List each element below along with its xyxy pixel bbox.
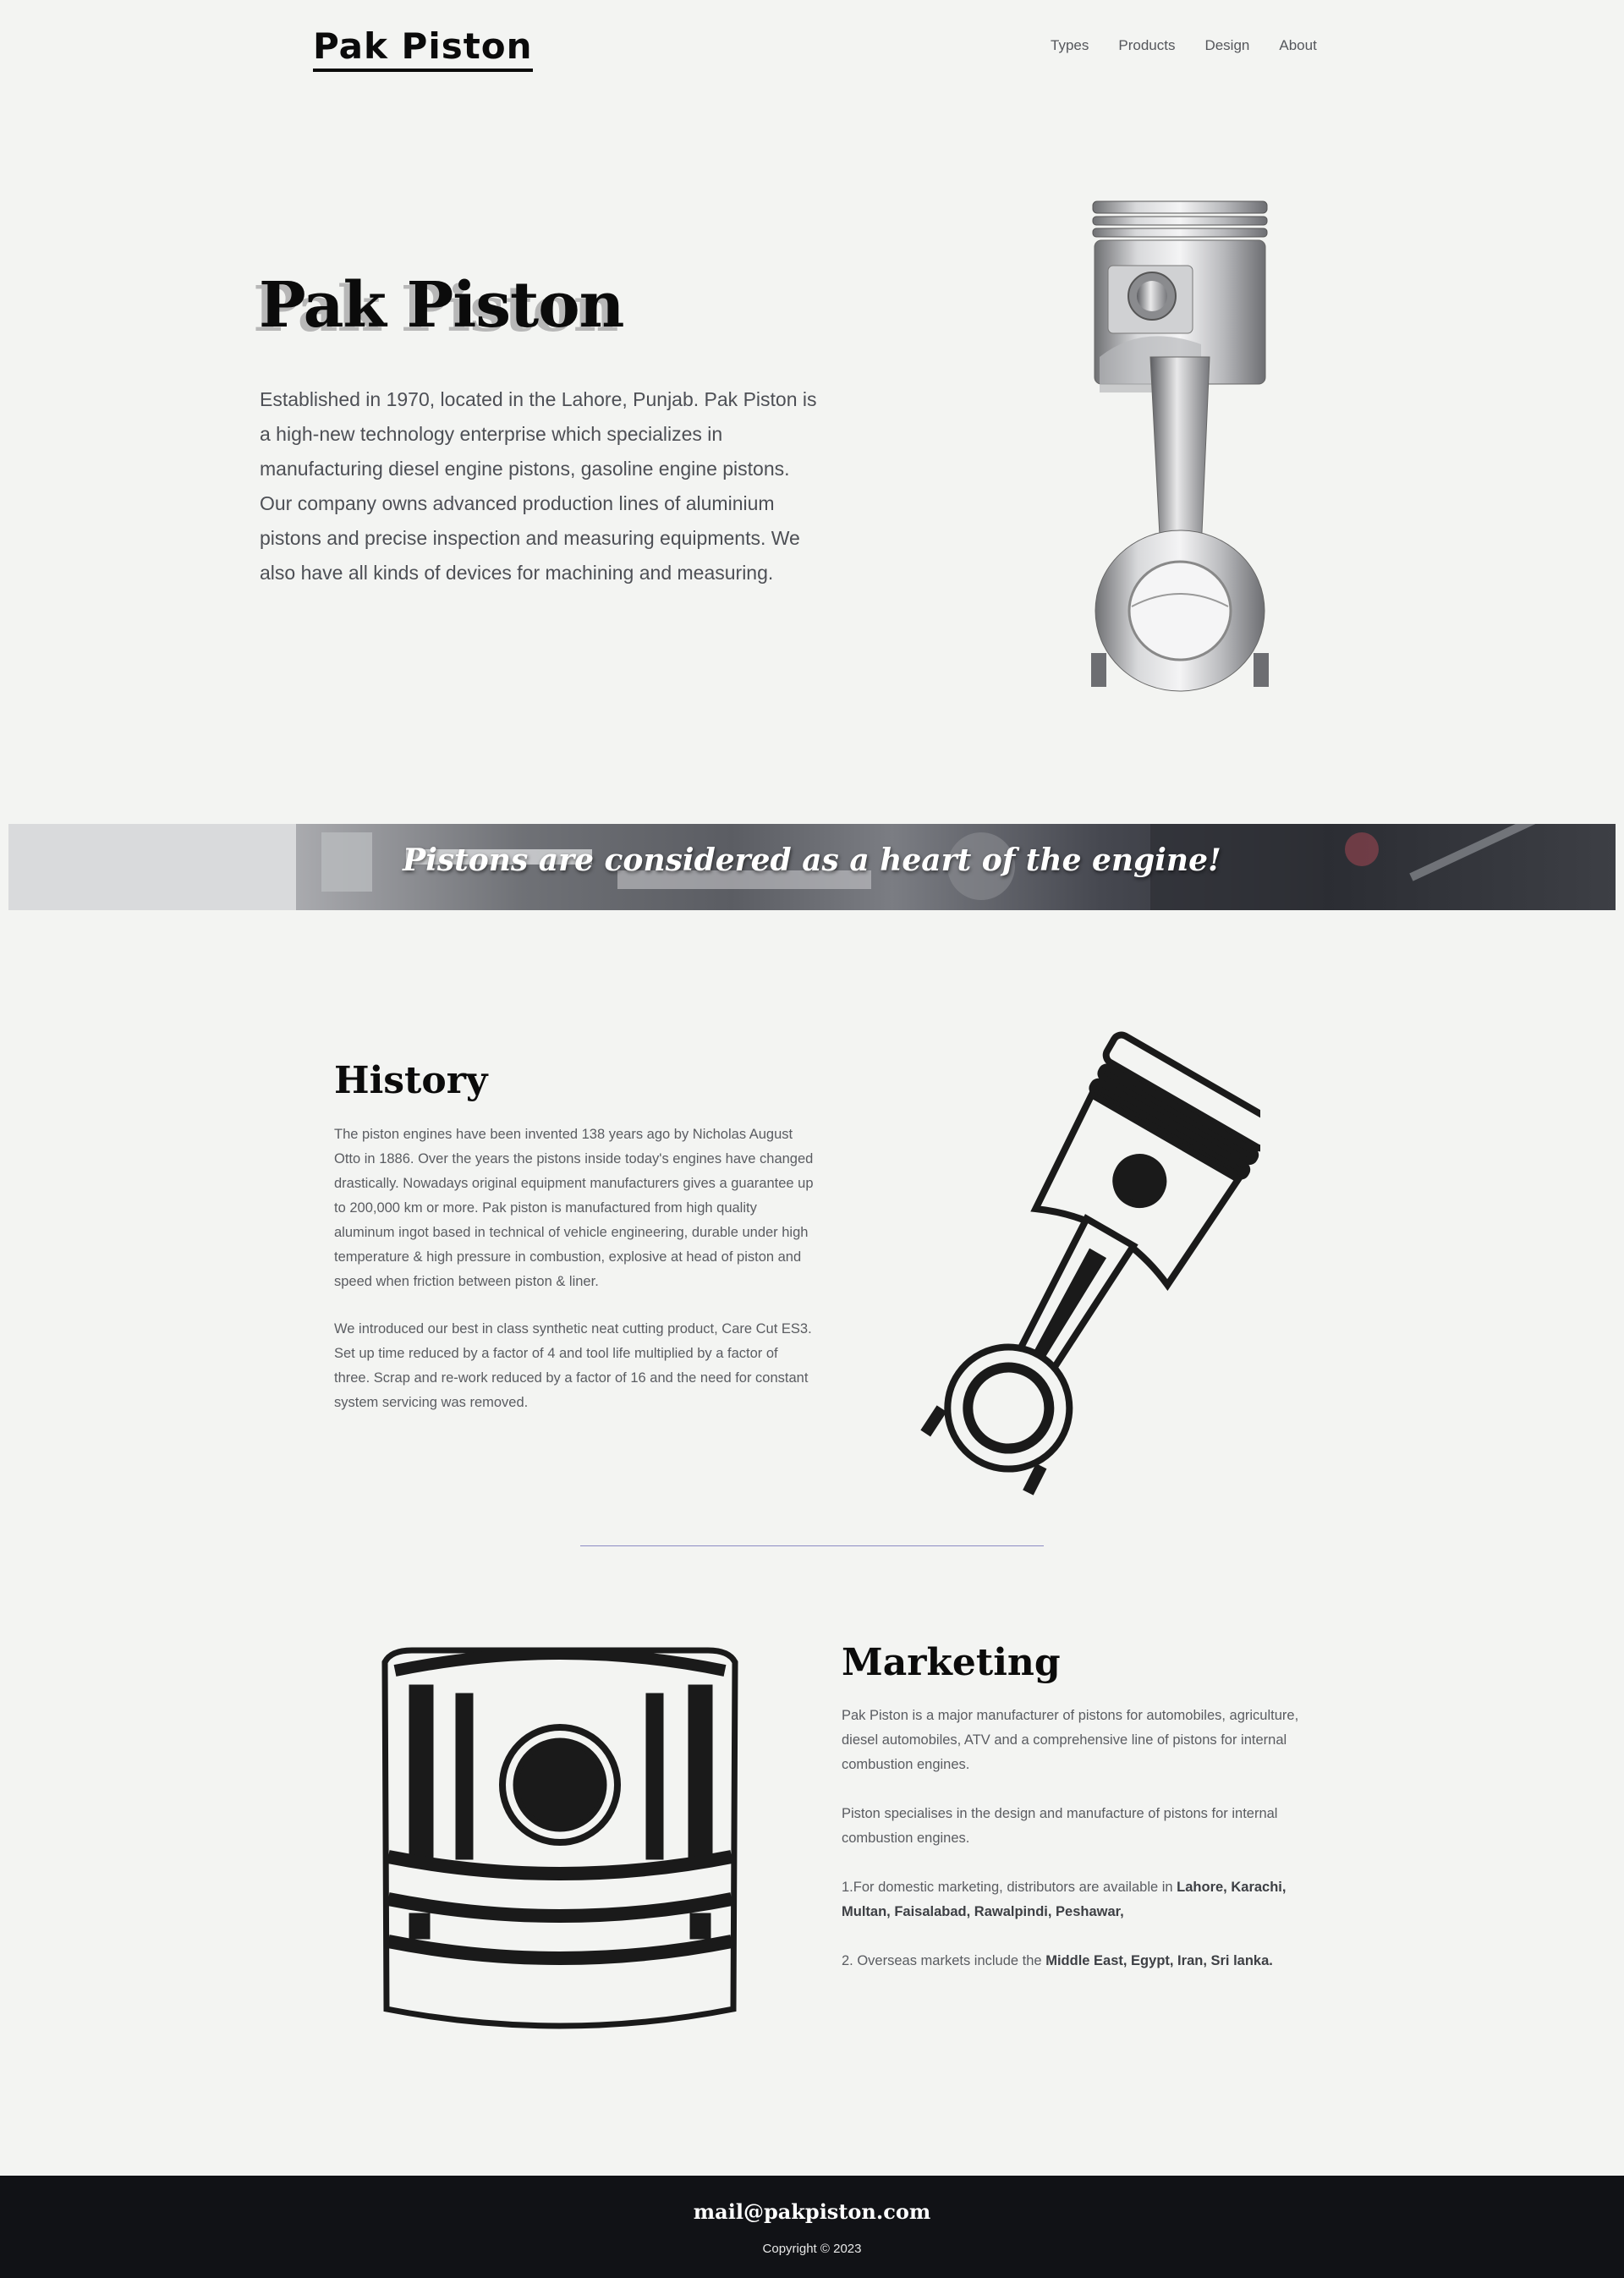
- piston-connecting-rod-image: [1091, 200, 1269, 692]
- footer-copyright: Copyright © 2023: [762, 2242, 862, 2256]
- hero-description: Established in 1970, located in the Laho…: [260, 388, 817, 584]
- footer-email-link[interactable]: mail@pakpiston.com: [0, 2199, 1624, 2224]
- marketing-title: Marketing: [842, 1641, 1061, 1684]
- marketing-paragraph-1: Pak Piston is a major manufacturer of pi…: [842, 1708, 1299, 1772]
- nav-products[interactable]: Products: [1118, 37, 1175, 54]
- marketing-paragraph-4: 2. Overseas markets include the Middle E…: [842, 1949, 1324, 1973]
- banner-quote: Pistons are considered as a heart of the…: [403, 843, 1221, 878]
- nav-design[interactable]: Design: [1204, 37, 1249, 54]
- marketing-paragraph-2: Piston specialises in the design and man…: [842, 1806, 1278, 1846]
- footer: mail@pakpiston.com Copyright © 2023: [0, 2176, 1624, 2278]
- overseas-regions: Middle East, Egypt, Iran, Sri lanka.: [1045, 1953, 1273, 1968]
- site-logo[interactable]: Pak Piston: [313, 25, 533, 72]
- history-title: History: [334, 1059, 488, 1102]
- piston-illustration: [920, 1031, 1260, 1496]
- nav-about[interactable]: About: [1279, 37, 1316, 54]
- overseas-intro: 2. Overseas markets include the: [842, 1953, 1046, 1968]
- piston-head-illustration: [381, 1647, 738, 2029]
- history-paragraph-1: The piston engines have been invented 13…: [334, 1127, 814, 1289]
- hero-title: Pak Piston: [259, 269, 624, 342]
- domestic-intro: 1.For domestic marketing, distributors a…: [842, 1880, 1177, 1895]
- marketing-paragraph-3: 1.For domestic marketing, distributors a…: [842, 1875, 1324, 1924]
- history-paragraph-2: We introduced our best in class syntheti…: [334, 1321, 812, 1410]
- main-nav: Types Products Design About: [1051, 37, 1347, 54]
- quote-banner: Pistons are considered as a heart of the…: [8, 824, 1616, 910]
- nav-types[interactable]: Types: [1051, 37, 1089, 54]
- section-divider: [580, 1545, 1044, 1546]
